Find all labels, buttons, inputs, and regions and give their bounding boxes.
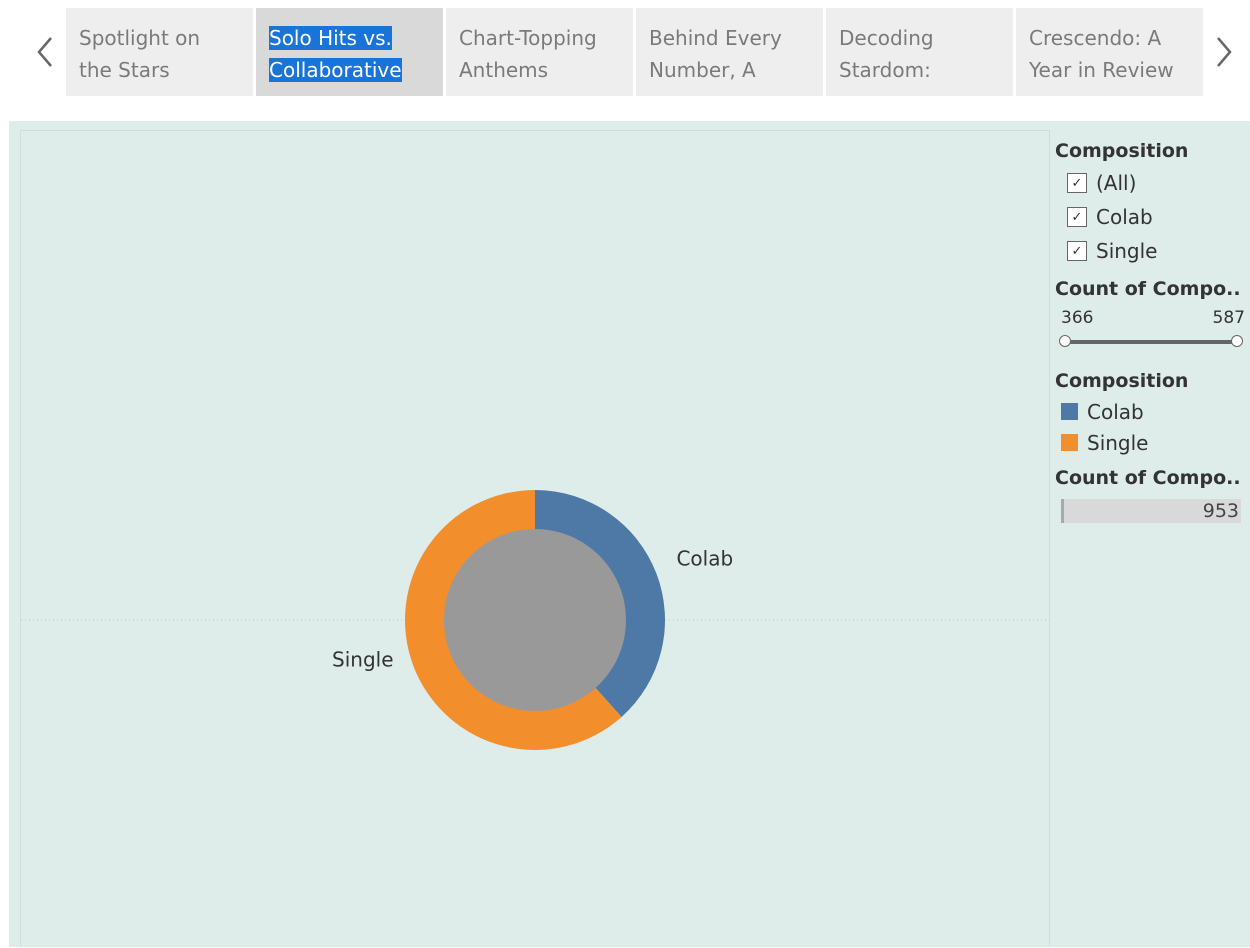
count-bar: 953 (1061, 499, 1241, 523)
range-max-value: 587 (1212, 308, 1245, 328)
story-tab-chart-topping[interactable]: Chart-Topping Anthems (446, 8, 633, 96)
story-tab-label: Solo Hits vs. Collaborative (269, 26, 402, 82)
story-next-button[interactable] (1204, 24, 1244, 80)
story-tab-label: Spotlight on the Stars (79, 26, 201, 82)
dashboard: Colab Single Composition ✓ (All) ✓ Colab … (9, 121, 1250, 947)
legend-label: Single (1087, 430, 1149, 455)
filter-item-colab[interactable]: ✓ Colab (1055, 200, 1247, 234)
legend-item-single[interactable]: Single (1055, 427, 1247, 458)
range-min-value: 366 (1061, 308, 1094, 328)
legend-item-colab[interactable]: Colab (1055, 396, 1247, 427)
side-panel: Composition ✓ (All) ✓ Colab ✓ Single Cou… (1055, 136, 1247, 523)
story-tabs: Spotlight on the Stars Solo Hits vs. Col… (66, 8, 1206, 96)
story-tab-crescendo[interactable]: Crescendo: A Year in Review (1016, 8, 1203, 96)
filter-item-label: Single (1096, 239, 1158, 263)
story-prev-button[interactable] (25, 24, 65, 80)
filter-item-single[interactable]: ✓ Single (1055, 234, 1247, 268)
story-tab-label: Decoding Stardom: (839, 26, 934, 82)
range-slider-track[interactable] (1065, 340, 1233, 344)
filter-item-label: (All) (1096, 171, 1137, 195)
slice-label-colab: Colab (676, 547, 733, 571)
checkbox-checked-icon[interactable]: ✓ (1067, 241, 1087, 261)
color-legend-title: Composition (1055, 370, 1189, 392)
story-tab-decoding-stardom[interactable]: Decoding Stardom: (826, 8, 1013, 96)
slice-label-single: Single (332, 647, 393, 671)
count-range-title: Count of Compo.. (1055, 278, 1241, 300)
size-legend: Count of Compo.. 953 (1055, 463, 1247, 523)
range-slider-max-handle[interactable] (1231, 335, 1243, 347)
story-navigator: Spotlight on the Stars Solo Hits vs. Col… (0, 0, 1250, 105)
count-value: 953 (1202, 500, 1239, 522)
chevron-right-icon (1217, 37, 1232, 67)
checkbox-checked-icon[interactable]: ✓ (1067, 207, 1087, 227)
range-slider-min-handle[interactable] (1059, 335, 1071, 347)
count-bar-tick (1061, 499, 1064, 523)
composition-filter-title: Composition (1055, 140, 1189, 162)
donut-chart: Colab Single (21, 490, 1051, 750)
story-tab-solo-hits[interactable]: Solo Hits vs. Collaborative (256, 8, 443, 96)
story-tab-label: Chart-Topping Anthems (459, 26, 597, 82)
legend-swatch (1061, 403, 1078, 420)
chevron-left-icon (37, 37, 52, 67)
legend-swatch (1061, 434, 1078, 451)
color-legend: Composition Colab Single (1055, 366, 1247, 458)
story-tab-label: Behind Every Number, A (649, 26, 782, 82)
donut-hole[interactable] (444, 529, 626, 711)
legend-label: Colab (1087, 399, 1144, 424)
donut-chart-view: Colab Single (20, 130, 1051, 947)
filter-item-all[interactable]: ✓ (All) (1055, 166, 1247, 200)
story-tab-label: Crescendo: A Year in Review (1029, 26, 1174, 82)
story-tab-behind-every-number[interactable]: Behind Every Number, A (636, 8, 823, 96)
checkbox-checked-icon[interactable]: ✓ (1067, 173, 1087, 193)
count-range-filter: Count of Compo.. 366 587 (1055, 274, 1247, 347)
story-tab-spotlight[interactable]: Spotlight on the Stars (66, 8, 253, 96)
size-legend-title: Count of Compo.. (1055, 467, 1241, 489)
filter-item-label: Colab (1096, 205, 1153, 229)
